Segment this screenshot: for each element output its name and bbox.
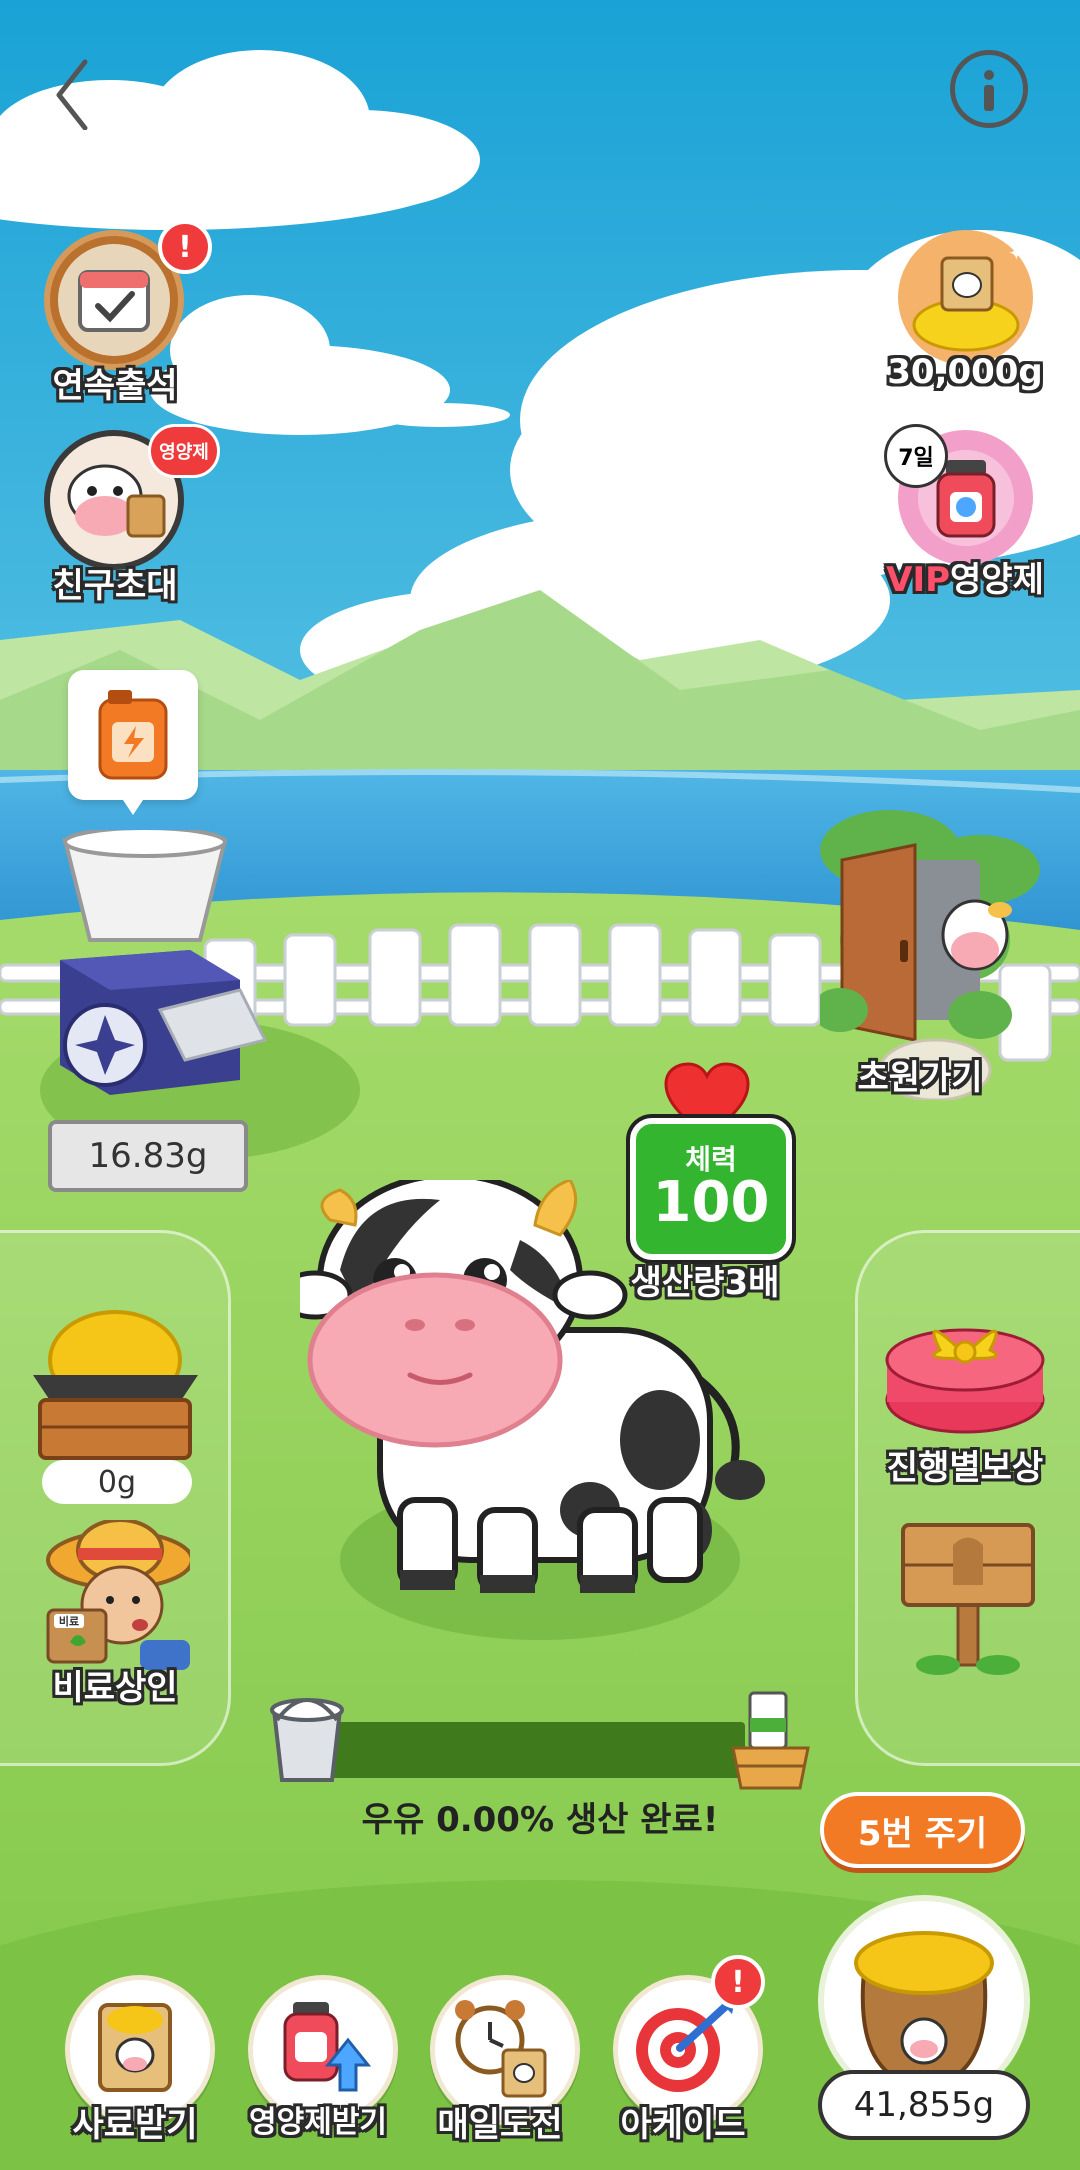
cow-icon	[277, 1172, 765, 1593]
milk-bucket-icon	[262, 1680, 352, 1790]
fertilizer-merchant-button[interactable]: 비료	[40, 1518, 194, 1670]
milk-status-text: 우유 0.00% 생산 완료!	[361, 1800, 719, 1840]
milk-progress-bar	[320, 1722, 745, 1778]
progress-reward-label: 진행별보상	[886, 1448, 1044, 1488]
get-supplement-label: 영양제받기	[249, 2105, 387, 2140]
fertilizer-sign: 비료	[58, 1615, 80, 1628]
wooden-signpost[interactable]	[898, 1505, 1038, 1675]
grinder-amount: 16.83g	[48, 1120, 248, 1192]
gold-amount-label: 30,000g	[887, 352, 1043, 392]
feed-sack-amount: 41,855g	[818, 2070, 1030, 2140]
farmer-icon	[46, 1518, 194, 1670]
daily-challenge-button[interactable]: 매일도전	[420, 1975, 580, 2165]
attendance-alert-badge: !	[158, 220, 212, 274]
fertilizer-merchant-label: 비료상인	[52, 1668, 178, 1708]
vip-supplement-button[interactable]: 7일 VIP영양제	[884, 424, 1044, 610]
get-feed-label: 사료받기	[72, 2105, 198, 2145]
grinder-icon	[60, 826, 268, 1095]
meadow-label: 초원가기	[857, 1058, 983, 1098]
feed-tray-amount: 0g	[42, 1460, 192, 1504]
arcade-button[interactable]: ! 아케이드	[603, 1955, 765, 2165]
fuel-speech-bubble[interactable]	[68, 670, 198, 815]
supplement-badge: 영양제	[148, 424, 220, 478]
vip-label-prefix: VIP	[886, 560, 951, 600]
vip-days-badge: 7일	[884, 424, 948, 488]
feed-bag-gold-icon: ✦	[912, 241, 1025, 352]
fuel-can-icon	[98, 690, 168, 815]
vip-label-suffix: 영양제	[950, 560, 1044, 600]
gift-box-icon	[885, 1328, 1045, 1434]
get-feed-button[interactable]: 사료받기	[55, 1975, 215, 2165]
info-button[interactable]	[950, 50, 1028, 128]
invite-friend-button[interactable]: 영양제 친구초대	[40, 424, 220, 620]
gold-reward-button[interactable]: ✦ 30,000g	[887, 230, 1043, 410]
arcade-alert-badge: !	[711, 1955, 765, 2009]
arcade-label: 아케이드	[620, 2105, 746, 2145]
info-icon	[984, 70, 994, 111]
wooden-sign-icon	[901, 1523, 1035, 1675]
milk-basket-icon	[728, 1688, 813, 1793]
back-button[interactable]	[45, 50, 105, 131]
svg-text:✦: ✦	[1008, 241, 1025, 265]
feed-tray[interactable]	[28, 1305, 203, 1460]
progress-reward-button[interactable]	[880, 1300, 1050, 1440]
vip-label: VIP영양제	[865, 552, 1065, 601]
attendance-button[interactable]: ! 연속출석	[40, 220, 212, 420]
feed-tray-icon	[33, 1310, 198, 1460]
daily-challenge-label: 매일도전	[437, 2105, 563, 2145]
cow-character[interactable]	[277, 1172, 780, 1600]
attendance-label: 연속출석	[52, 366, 178, 406]
give-feed-button[interactable]: 5번 주기	[820, 1792, 1025, 1868]
invite-label: 친구초대	[52, 566, 178, 606]
supplement-up-icon	[283, 2002, 372, 2092]
feed-bag-icon	[98, 2003, 172, 2092]
chevron-left-icon	[56, 59, 88, 131]
feed-grinder-machine[interactable]	[40, 826, 280, 1120]
alarm-clock-icon	[455, 2000, 547, 2098]
get-supplement-button[interactable]: 영양제받기	[238, 1975, 398, 2165]
